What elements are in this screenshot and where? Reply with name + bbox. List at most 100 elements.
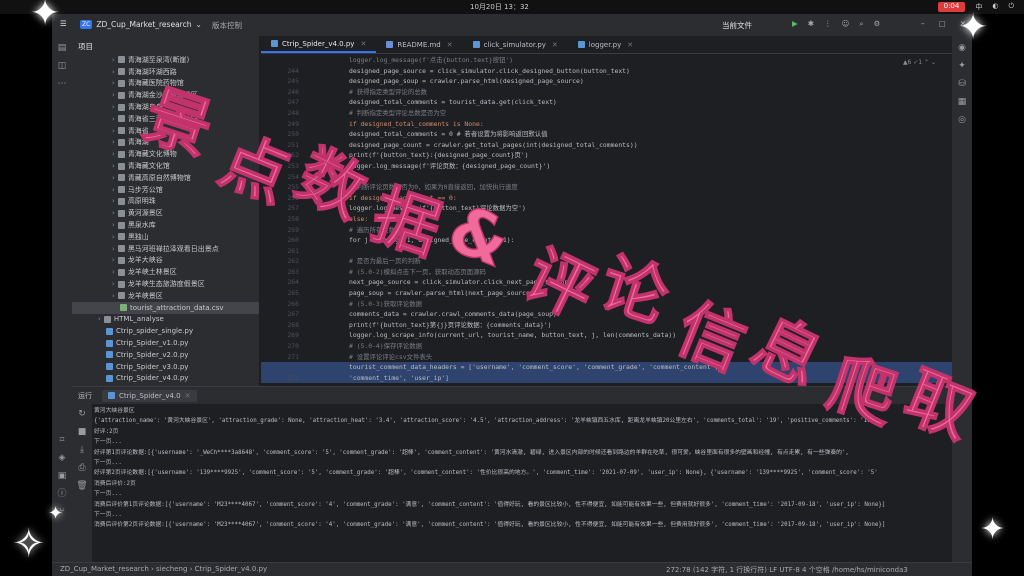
- tree-item[interactable]: › 黑独山: [72, 231, 259, 243]
- chevron-right-icon[interactable]: ›: [112, 268, 115, 276]
- stop-icon[interactable]: ■: [76, 426, 88, 438]
- chevron-right-icon[interactable]: ›: [112, 150, 115, 158]
- ai-assistant-icon[interactable]: ✦: [956, 60, 968, 72]
- tree-item[interactable]: Ctrip_spider_single.py: [72, 325, 259, 337]
- ide-window: ☰ ZC ZD_Cup_Market_research ⌄ 版本控制 当前文件 …: [52, 14, 972, 576]
- maximize-icon[interactable]: ▢: [939, 19, 946, 28]
- rerun-icon[interactable]: ↻: [76, 408, 88, 420]
- terminal-icon[interactable]: ▣: [56, 470, 68, 482]
- chevron-right-icon[interactable]: ›: [112, 115, 115, 123]
- tree-item[interactable]: › 龙羊大峡谷: [72, 255, 259, 267]
- cursor-position-info[interactable]: 272:78 (142 字符, 1 行换行符) LF UTF-8 4 个空格 /…: [666, 565, 908, 575]
- menu-icon[interactable]: ☰: [60, 19, 67, 28]
- tree-item[interactable]: › 黑泉水库: [72, 219, 259, 231]
- run-console-output[interactable]: 黄河大峡谷景区 {'attraction_name': '黄河大峡谷景区', 'a…: [92, 406, 952, 562]
- chevron-right-icon[interactable]: ›: [112, 91, 115, 99]
- tree-item[interactable]: tourist_attraction_data.csv: [72, 301, 259, 314]
- tree-item[interactable]: › 青海湖金沙湾旅游景区: [72, 89, 259, 101]
- run-tab[interactable]: Ctrip_Spider_v4.0 ✕: [102, 389, 197, 402]
- debug-icon[interactable]: ✱: [808, 19, 814, 29]
- chevron-right-icon[interactable]: ›: [112, 233, 115, 241]
- chevron-right-icon[interactable]: ›: [98, 315, 101, 323]
- tree-item[interactable]: › 青海省三江源国家公园: [72, 113, 259, 125]
- tree-item[interactable]: › 马步芳公馆: [72, 184, 259, 196]
- tree-item[interactable]: › 青藏高原自然博物馆: [72, 172, 259, 184]
- search-icon[interactable]: ⌕: [859, 19, 863, 29]
- tree-item[interactable]: › 青海湖鸟岛: [72, 101, 259, 113]
- tree-item[interactable]: Ctrip_Spider_v2.0.py: [72, 349, 259, 361]
- tree-item[interactable]: › 青海湖环湖西路: [72, 66, 259, 78]
- code-text: logger.log_message(f'评论页数：{designed_page…: [349, 161, 551, 170]
- chevron-right-icon[interactable]: ›: [112, 280, 115, 288]
- close-tab-icon[interactable]: ✕: [185, 392, 191, 400]
- display-icon[interactable]: ◐: [992, 2, 998, 12]
- chevron-right-icon[interactable]: ›: [112, 56, 115, 64]
- print-icon[interactable]: ⎙: [76, 462, 88, 474]
- code-editor[interactable]: logger.log_message(f'点击{button.text}按钮')…: [261, 55, 972, 386]
- folder-icon[interactable]: ▤: [56, 42, 68, 54]
- chevron-right-icon[interactable]: ›: [112, 79, 115, 87]
- breadcrumb[interactable]: ZD_Cup_Market_research › siecheng › Ctri…: [60, 565, 267, 573]
- tree-item[interactable]: › 黄河源景区: [72, 207, 259, 219]
- chevron-right-icon[interactable]: ›: [112, 186, 115, 194]
- tree-item[interactable]: › 龙羊峡土林景区: [72, 266, 259, 278]
- tree-item[interactable]: › 青海湖至泉湾(断崖): [72, 54, 259, 66]
- chevron-right-icon[interactable]: ›: [112, 256, 115, 264]
- tab-ctrip-spider-v4[interactable]: Ctrip_Spider_v4.0.py ✕: [261, 36, 377, 53]
- chevron-right-icon[interactable]: ›: [112, 103, 115, 111]
- chevron-right-icon[interactable]: ›: [112, 174, 115, 182]
- tree-item[interactable]: Ctrip_Spider_v1.0.py: [72, 337, 259, 349]
- packages-icon[interactable]: ◎: [956, 114, 968, 126]
- close-tab-icon[interactable]: ✕: [552, 41, 558, 49]
- tree-item[interactable]: › 黑马河班禅拉泽观看日出景点: [72, 243, 259, 255]
- tree-item[interactable]: › 高原明珠: [72, 196, 259, 208]
- tree-item[interactable]: › 龙羊峡生态旅游度假景区: [72, 278, 259, 290]
- tree-item[interactable]: Ctrip_Spider_v4.0.py: [72, 373, 259, 385]
- chevron-right-icon[interactable]: ›: [112, 209, 115, 217]
- layers-icon[interactable]: ◈: [56, 452, 68, 464]
- folder-icon: [117, 209, 125, 217]
- tree-item[interactable]: › 青海湖: [72, 137, 259, 149]
- tree-item[interactable]: › HTML_analyse: [72, 314, 259, 326]
- tree-item[interactable]: Ctrip_Spider_v3.0.py: [72, 361, 259, 373]
- trash-icon[interactable]: 🗑: [76, 480, 88, 492]
- chevron-right-icon[interactable]: ›: [112, 221, 115, 229]
- close-tab-icon[interactable]: ✕: [360, 40, 366, 48]
- power-icon[interactable]: ⏻: [1008, 2, 1014, 12]
- database-icon[interactable]: ⛁: [956, 78, 968, 90]
- run-icon[interactable]: ▶: [792, 19, 798, 29]
- more-tools-icon[interactable]: ⋯: [56, 78, 68, 90]
- close-tab-icon[interactable]: ✕: [627, 41, 633, 49]
- tree-item[interactable]: › 青海藏文化博物: [72, 148, 259, 160]
- chevron-right-icon[interactable]: ›: [112, 245, 115, 253]
- tab-readme[interactable]: README.md ✕: [376, 36, 462, 53]
- chevron-right-icon[interactable]: ›: [112, 292, 115, 300]
- code-text: designed_page_count = crawler.get_total_…: [349, 140, 638, 149]
- chevron-right-icon[interactable]: ›: [112, 127, 115, 135]
- more-icon[interactable]: ⋮: [824, 19, 832, 29]
- scroll-end-icon[interactable]: ⤓: [76, 444, 88, 456]
- chevron-right-icon[interactable]: ›: [112, 197, 115, 205]
- project-switcher[interactable]: ZC ZD_Cup_Market_research ⌄: [80, 20, 202, 29]
- gear-icon[interactable]: ⚙: [874, 19, 881, 29]
- minimize-icon[interactable]: –: [921, 19, 925, 28]
- close-tab-icon[interactable]: ✕: [447, 41, 453, 49]
- tree-item[interactable]: › 青海藏文化馆: [72, 160, 259, 172]
- chevron-right-icon[interactable]: ›: [112, 68, 115, 76]
- tab-logger[interactable]: logger.py ✕: [568, 36, 643, 53]
- user-icon[interactable]: ☺: [842, 19, 850, 29]
- inspection-widget[interactable]: ▲6 ✓1 ⌃ ⌄: [903, 59, 936, 66]
- python-console-icon[interactable]: ⌗: [56, 434, 68, 446]
- run-config-selector[interactable]: 当前文件: [722, 20, 752, 31]
- chevron-right-icon[interactable]: ›: [112, 162, 115, 170]
- tab-click-simulator[interactable]: click_simulator.py ✕: [463, 36, 568, 53]
- structure-icon[interactable]: ◫: [56, 60, 68, 72]
- chevron-right-icon[interactable]: ›: [112, 138, 115, 146]
- tree-item[interactable]: › 青海藏医院药物馆: [72, 78, 259, 90]
- run-tab-label: Ctrip_Spider_v4.0: [119, 391, 181, 400]
- sciview-icon[interactable]: ▦: [956, 96, 968, 108]
- version-control-menu[interactable]: 版本控制: [212, 20, 242, 31]
- tree-item[interactable]: › 青海省: [72, 125, 259, 137]
- tree-item-label: 青藏高原自然博物馆: [127, 173, 191, 182]
- tree-item[interactable]: › 龙羊峡景区: [72, 290, 259, 302]
